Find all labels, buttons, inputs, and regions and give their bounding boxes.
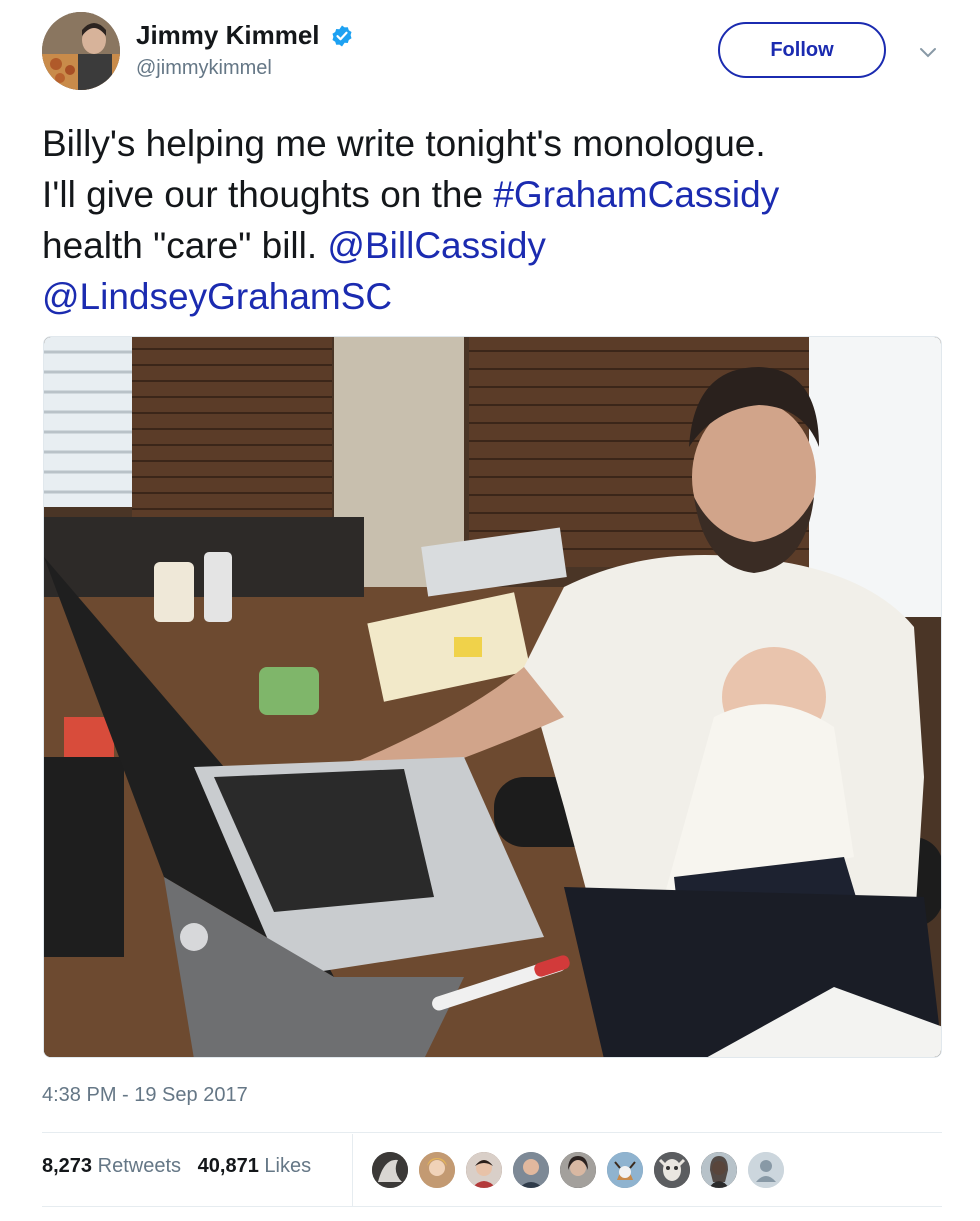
stats-separator bbox=[352, 1134, 353, 1206]
likes-label: Likes bbox=[264, 1155, 312, 1177]
tweet-text-line3: health "care" bill. bbox=[42, 225, 328, 266]
retweets-label: Retweets bbox=[97, 1155, 181, 1177]
tweet-text: Billy's helping me write tonight's monol… bbox=[42, 118, 942, 322]
chevron-down-icon[interactable] bbox=[916, 40, 940, 64]
tweet-text-line1: Billy's helping me write tonight's monol… bbox=[42, 123, 766, 164]
verified-badge-icon bbox=[332, 25, 352, 46]
tweet-text-line2: I'll give our thoughts on the bbox=[42, 174, 494, 215]
avatar[interactable] bbox=[42, 12, 120, 90]
liker-avatar[interactable] bbox=[605, 1150, 645, 1190]
user-handle[interactable]: @jimmykimmel bbox=[136, 57, 354, 80]
hashtag-link[interactable]: #GrahamCassidy bbox=[493, 174, 779, 215]
mention-link-billcassidy[interactable]: @BillCassidy bbox=[327, 225, 546, 266]
tweet-header: Jimmy Kimmel @jimmykimmel Follow bbox=[42, 12, 952, 92]
liker-avatar[interactable] bbox=[370, 1150, 410, 1190]
display-name[interactable]: Jimmy Kimmel bbox=[136, 20, 320, 51]
tweet-timestamp[interactable]: 4:38 PM - 19 Sep 2017 bbox=[42, 1084, 248, 1107]
name-block: Jimmy Kimmel @jimmykimmel bbox=[136, 20, 354, 80]
follow-button[interactable]: Follow bbox=[718, 22, 886, 78]
default-avatar-icon[interactable] bbox=[746, 1150, 786, 1190]
likes-stat[interactable]: 40,871 Likes bbox=[198, 1155, 311, 1177]
mention-link-lindseygraham[interactable]: @LindseyGrahamSC bbox=[42, 276, 392, 317]
liker-avatar[interactable] bbox=[699, 1150, 739, 1190]
liker-avatar[interactable] bbox=[652, 1150, 692, 1190]
retweets-count: 8,273 bbox=[42, 1155, 93, 1177]
divider bbox=[42, 1206, 942, 1207]
liker-avatar[interactable] bbox=[558, 1150, 598, 1190]
liker-avatar[interactable] bbox=[511, 1150, 551, 1190]
retweets-stat[interactable]: 8,273 Retweets bbox=[42, 1155, 181, 1177]
liker-avatar[interactable] bbox=[464, 1150, 504, 1190]
liker-avatar[interactable] bbox=[417, 1150, 457, 1190]
divider bbox=[42, 1132, 942, 1133]
tweet-stats: 8,273 Retweets 40,871 Likes bbox=[42, 1155, 311, 1178]
tweet-photo[interactable] bbox=[43, 336, 942, 1058]
photo-illustration bbox=[44, 337, 941, 1057]
likes-count: 40,871 bbox=[197, 1155, 259, 1177]
